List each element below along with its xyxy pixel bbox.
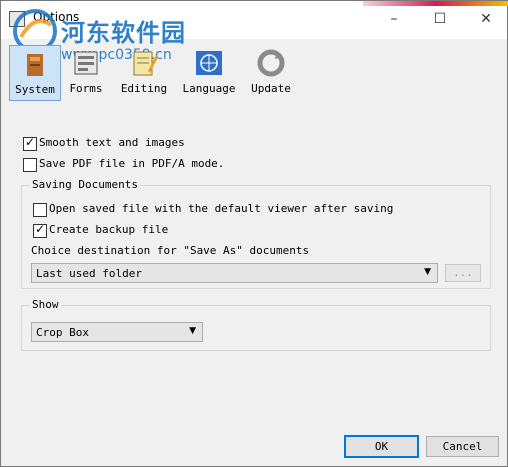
tab-update[interactable]: Update xyxy=(247,45,295,99)
cancel-button[interactable]: Cancel xyxy=(426,436,499,457)
editing-icon xyxy=(133,51,158,76)
saving-documents-group: Saving Documents Open saved file with th… xyxy=(21,178,491,289)
destination-select[interactable]: Last used folder ▼ xyxy=(31,263,438,283)
globe-icon xyxy=(196,51,222,75)
close-button[interactable]: ✕ xyxy=(471,7,501,31)
show-box-select[interactable]: Crop Box ▼ xyxy=(31,322,203,342)
tab-system[interactable]: System xyxy=(9,45,61,101)
smooth-text-checkbox[interactable] xyxy=(23,135,37,151)
options-dialog: Options – ☐ ✕ 河东软件园 www.pc0359.cn System xyxy=(0,0,508,467)
show-box-value: Crop Box xyxy=(36,326,89,339)
tab-language[interactable]: Language xyxy=(181,45,237,99)
destination-label: Choice destination for "Save As" documen… xyxy=(31,244,310,257)
tab-update-label: Update xyxy=(251,82,291,95)
destination-value: Last used folder xyxy=(36,267,142,280)
create-backup-label: Create backup file xyxy=(49,223,169,236)
system-icon xyxy=(27,54,43,76)
forms-icon xyxy=(74,51,98,75)
chevron-down-icon: ▼ xyxy=(189,326,196,336)
pdfa-label: Save PDF file in PDF/A mode. xyxy=(39,157,225,170)
maximize-button[interactable]: ☐ xyxy=(425,7,455,31)
pdfa-checkbox[interactable] xyxy=(23,158,37,172)
tab-system-label: System xyxy=(15,83,55,96)
tab-editing-label: Editing xyxy=(120,82,168,95)
tab-forms-label: Forms xyxy=(69,82,103,95)
chevron-down-icon: ▼ xyxy=(424,267,431,277)
saving-documents-legend: Saving Documents xyxy=(30,178,140,191)
show-legend: Show xyxy=(30,298,61,311)
minimize-button[interactable]: – xyxy=(379,7,409,31)
create-backup-checkbox[interactable] xyxy=(33,222,47,238)
tab-language-label: Language xyxy=(182,82,236,95)
background-window-edge xyxy=(363,1,508,6)
browse-button[interactable]: ... xyxy=(445,264,481,282)
open-saved-checkbox[interactable] xyxy=(33,203,47,217)
category-toolbar: System Forms Editing Language Update xyxy=(1,39,301,101)
tab-editing[interactable]: Editing xyxy=(117,45,171,99)
update-icon xyxy=(257,49,285,77)
ok-button[interactable]: OK xyxy=(344,435,419,458)
open-saved-label: Open saved file with the default viewer … xyxy=(49,202,394,215)
show-group: Show Crop Box ▼ xyxy=(21,298,491,351)
tab-forms[interactable]: Forms xyxy=(63,45,109,99)
smooth-text-label: Smooth text and images xyxy=(39,136,185,149)
